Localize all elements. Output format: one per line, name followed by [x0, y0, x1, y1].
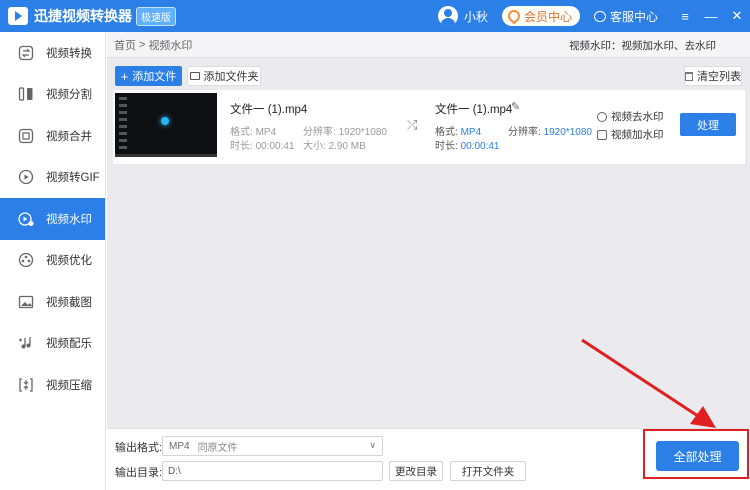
desktop-icons — [119, 97, 127, 153]
folder-icon — [189, 72, 200, 80]
sidebar-item-split[interactable]: 视频分割 — [0, 74, 105, 116]
output-duration: 时长: 00:00:41 — [435, 141, 500, 152]
minimize-button[interactable]: — — [698, 0, 724, 32]
add-folder-label: 添加文件夹 — [203, 71, 259, 83]
process-all-button[interactable]: 全部处理 — [656, 441, 739, 471]
source-resolution: 分辨率: 1920*1080 — [303, 127, 387, 138]
sidebar-item-watermark[interactable]: 视频水印 — [0, 198, 105, 240]
thumbnail-taskbar — [115, 154, 217, 157]
sidebar-item-label: 视频分割 — [46, 89, 92, 102]
source-duration: 时长: 00:00:41 — [230, 141, 295, 152]
sidebar-item-label: 视频配乐 — [46, 338, 92, 351]
sidebar-item-label: 视频截图 — [46, 296, 92, 309]
service-center-button[interactable]: 客服中心 — [593, 8, 658, 25]
sidebar-item-label: 视频优化 — [46, 255, 92, 268]
sidebar-item-music[interactable]: 视频配乐 — [0, 323, 105, 365]
edit-icon — [597, 129, 607, 140]
title-bar: 迅捷视频转换器 极速版 小秋 会员中心 客服中心 ≡ — ✕ — [0, 0, 750, 32]
merge-icon — [18, 128, 34, 144]
shuffle-icon: ⤮ — [407, 117, 418, 132]
gif-icon — [18, 169, 34, 185]
breadcrumb-home[interactable]: 首页 — [114, 37, 136, 53]
screenshot-icon — [18, 294, 34, 310]
thumbnail-logo — [161, 117, 169, 125]
source-size: 大小: 2.90 MB — [303, 141, 366, 152]
optimize-icon — [18, 252, 34, 268]
breadcrumb-current: 视频水印 — [148, 39, 193, 52]
remove-watermark-link[interactable]: 视频去水印 — [597, 109, 664, 124]
change-dir-button[interactable]: 更改目录 — [389, 461, 443, 481]
app-title: 迅捷视频转换器 — [34, 8, 132, 24]
feature-description: 视频水印：视频加水印、去水印 — [569, 40, 716, 52]
sidebar-item-label: 视频压缩 — [46, 379, 92, 392]
add-file-label: 添加文件 — [132, 71, 177, 83]
output-dir-input[interactable]: D:\ — [162, 461, 383, 481]
add-watermark-link[interactable]: 视频加水印 — [597, 127, 664, 142]
sidebar-item-gif[interactable]: 视频转GIF — [0, 157, 105, 199]
output-file-name: 文件一 (1).mp4 — [435, 104, 513, 116]
file-toolbar: + 添加文件 添加文件夹 清空列表 — [107, 64, 750, 88]
close-button[interactable]: ✕ — [724, 0, 750, 32]
clear-list-label: 清空列表 — [697, 71, 741, 83]
sidebar-item-convert[interactable]: 视频转换 — [0, 32, 105, 74]
format-quality: 同原文件 — [197, 442, 238, 454]
convert-icon — [18, 45, 34, 61]
clear-list-button[interactable]: 清空列表 — [684, 66, 742, 86]
split-icon — [18, 86, 34, 102]
video-thumbnail[interactable] — [115, 93, 217, 157]
watermark-icon — [18, 211, 34, 227]
play-circle-icon — [597, 111, 607, 122]
edition-badge: 极速版 — [136, 6, 176, 26]
remove-watermark-label: 视频去水印 — [611, 111, 664, 123]
chevron-down-icon: ∨ — [369, 440, 376, 450]
output-settings: 输出格式: MP4 同原文件 ∨ 输出目录: D:\ 更改目录 打开文件夹 全部… — [107, 428, 750, 490]
main-panel: 首页 > 视频水印 视频水印：视频加水印、去水印 + 添加文件 添加文件夹 清空… — [107, 32, 750, 490]
output-resolution: 分辨率: 1920*1080 — [508, 127, 592, 138]
user-avatar[interactable] — [437, 6, 458, 26]
add-file-button[interactable]: + 添加文件 — [115, 66, 182, 86]
chat-icon — [593, 10, 606, 22]
source-file-name: 文件一 (1).mp4 — [230, 104, 308, 116]
diamond-icon — [505, 7, 523, 25]
trash-icon — [685, 71, 693, 81]
sidebar-item-label: 视频水印 — [46, 213, 92, 226]
breadcrumb-separator: > — [139, 38, 146, 51]
sidebar-item-compress[interactable]: 视频压缩 — [0, 364, 105, 406]
sidebar: 视频转换 视频分割 视频合并 视频转GIF 视频水印 视频优化 视频截图 视频配… — [0, 32, 106, 490]
open-folder-button[interactable]: 打开文件夹 — [450, 461, 526, 481]
service-center-label: 客服中心 — [609, 9, 658, 24]
member-center-button[interactable]: 会员中心 — [501, 6, 580, 26]
add-watermark-label: 视频加水印 — [611, 129, 664, 141]
sidebar-item-screenshot[interactable]: 视频截图 — [0, 281, 105, 323]
format-value: MP4 — [169, 440, 190, 452]
username[interactable]: 小秋 — [464, 8, 488, 25]
add-folder-button[interactable]: 添加文件夹 — [187, 66, 261, 86]
compress-icon — [18, 377, 34, 393]
breadcrumb: 首页 > 视频水印 视频水印：视频加水印、去水印 — [107, 32, 750, 58]
music-icon — [18, 335, 34, 351]
app-logo-icon — [8, 7, 28, 25]
sidebar-item-label: 视频转换 — [46, 47, 92, 60]
sidebar-item-optimize[interactable]: 视频优化 — [0, 240, 105, 282]
output-format-label: 输出格式: — [115, 442, 163, 454]
output-dir-label: 输出目录: — [115, 467, 163, 479]
process-button[interactable]: 处理 — [680, 113, 736, 136]
menu-button[interactable]: ≡ — [672, 0, 698, 32]
sidebar-item-merge[interactable]: 视频合并 — [0, 115, 105, 157]
sidebar-item-label: 视频转GIF — [46, 172, 100, 185]
output-format: 格式: MP4 — [435, 127, 482, 138]
sidebar-item-label: 视频合并 — [46, 130, 92, 143]
output-format-select[interactable]: MP4 同原文件 ∨ — [162, 436, 383, 456]
edit-name-icon[interactable]: ✎ — [511, 100, 520, 113]
file-row: 文件一 (1).mp4 格式: MP4 分辨率: 1920*1080 时长: 0… — [113, 90, 745, 164]
source-format: 格式: MP4 — [230, 127, 277, 138]
member-center-label: 会员中心 — [523, 9, 572, 24]
plus-icon: + — [120, 68, 129, 84]
